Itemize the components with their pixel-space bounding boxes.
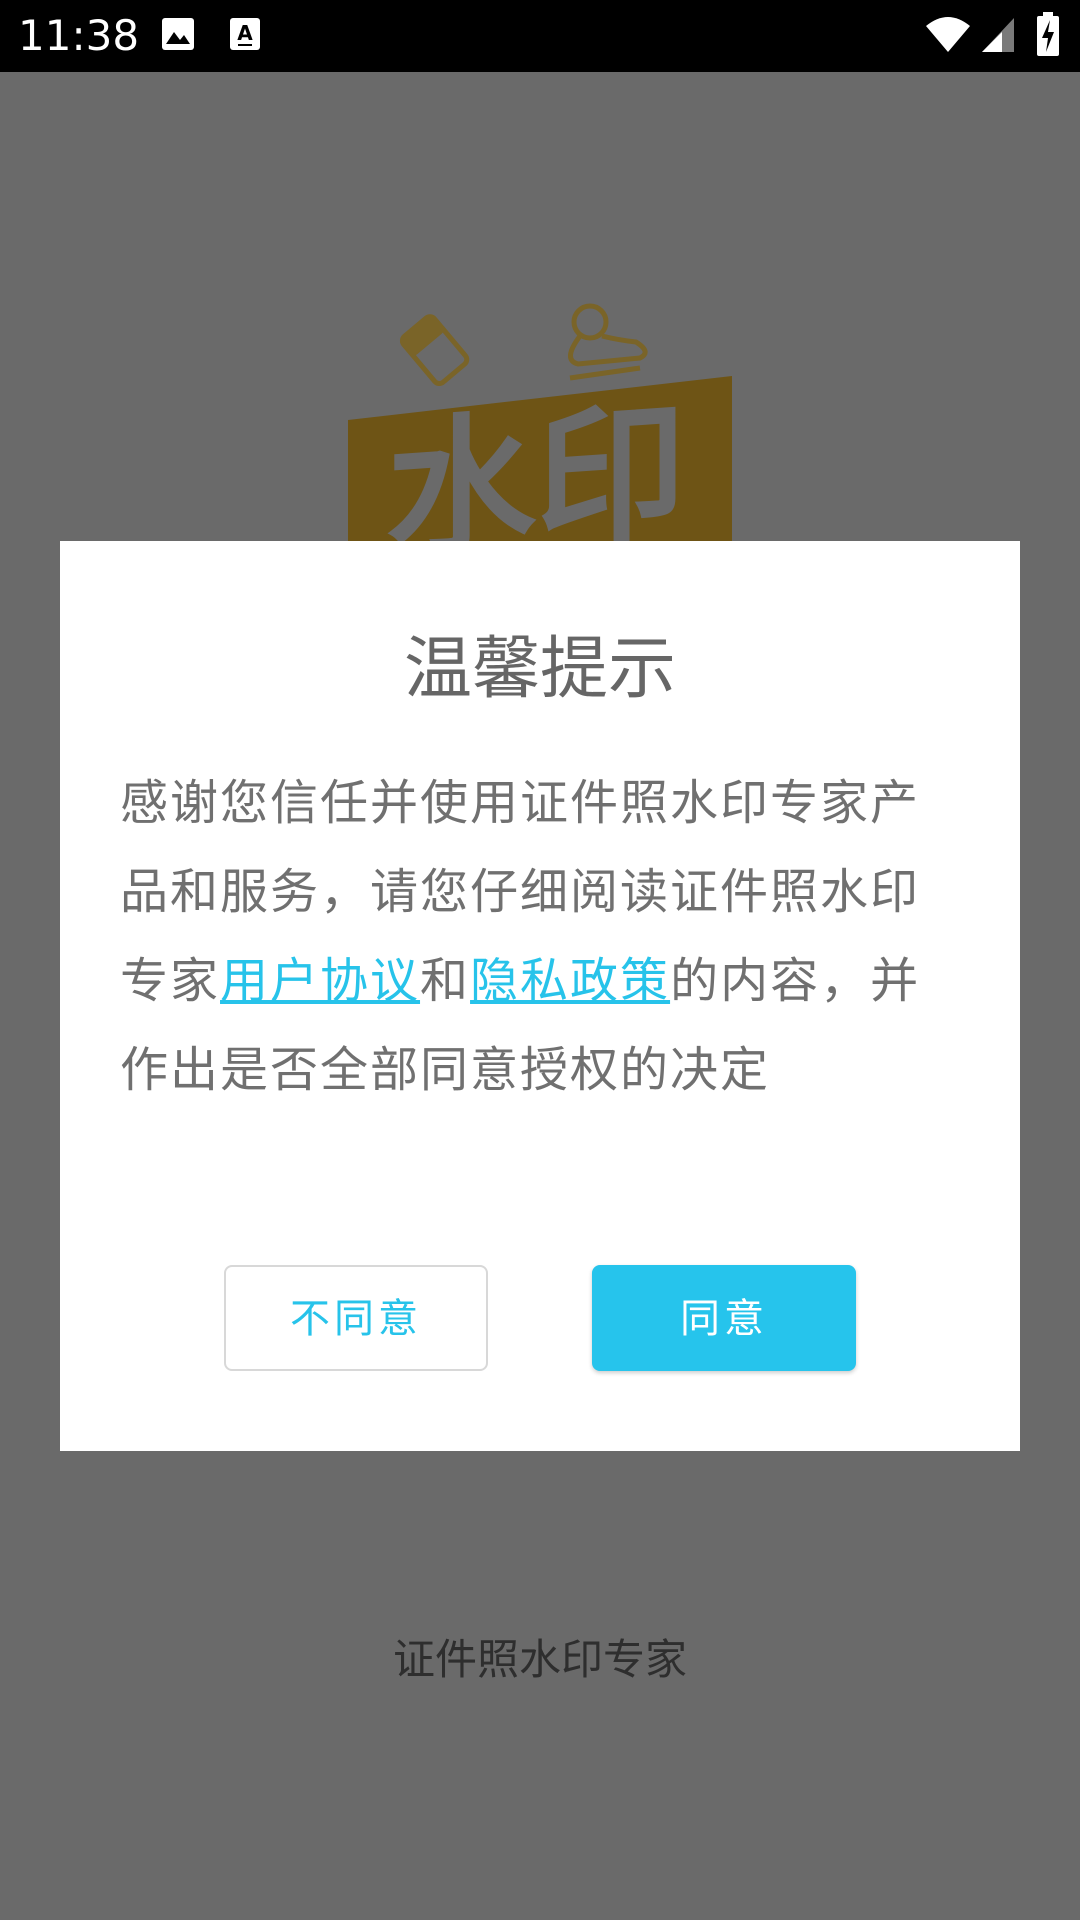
svg-text:水印: 水印 — [386, 386, 686, 560]
battery-charging-icon — [1036, 12, 1060, 60]
svg-text:A: A — [237, 21, 253, 45]
app-name: 证件照水印专家 — [392, 1635, 687, 1684]
user-agreement-link[interactable]: 用户协议 — [220, 953, 420, 1009]
privacy-policy-link[interactable]: 隐私政策 — [470, 953, 670, 1009]
status-bar: 11:38 A — [0, 0, 1080, 72]
wifi-icon — [924, 14, 972, 58]
image-icon — [160, 16, 196, 56]
status-time: 11:38 — [18, 11, 140, 60]
screen: 11:38 A 水印 证件照水印专家 温馨提示 感谢您信任并使用证件照水印专家产… — [0, 0, 1080, 1920]
dialog-title: 温馨提示 — [403, 630, 676, 709]
dialog-body-and: 和 — [420, 953, 471, 1009]
disagree-button[interactable]: 不同意 — [224, 1265, 488, 1371]
cell-signal-icon — [980, 16, 1016, 58]
privacy-dialog: 温馨提示 感谢您信任并使用证件照水印专家产品和服务，请您仔细阅读证件照水印专家用… — [60, 541, 1020, 1451]
text-a-icon: A — [228, 16, 262, 56]
app-logo: 水印 — [340, 300, 750, 581]
dialog-body: 感谢您信任并使用证件照水印专家产品和服务，请您仔细阅读证件照水印专家用户协议和隐… — [120, 759, 966, 1115]
agree-button[interactable]: 同意 — [592, 1265, 856, 1371]
